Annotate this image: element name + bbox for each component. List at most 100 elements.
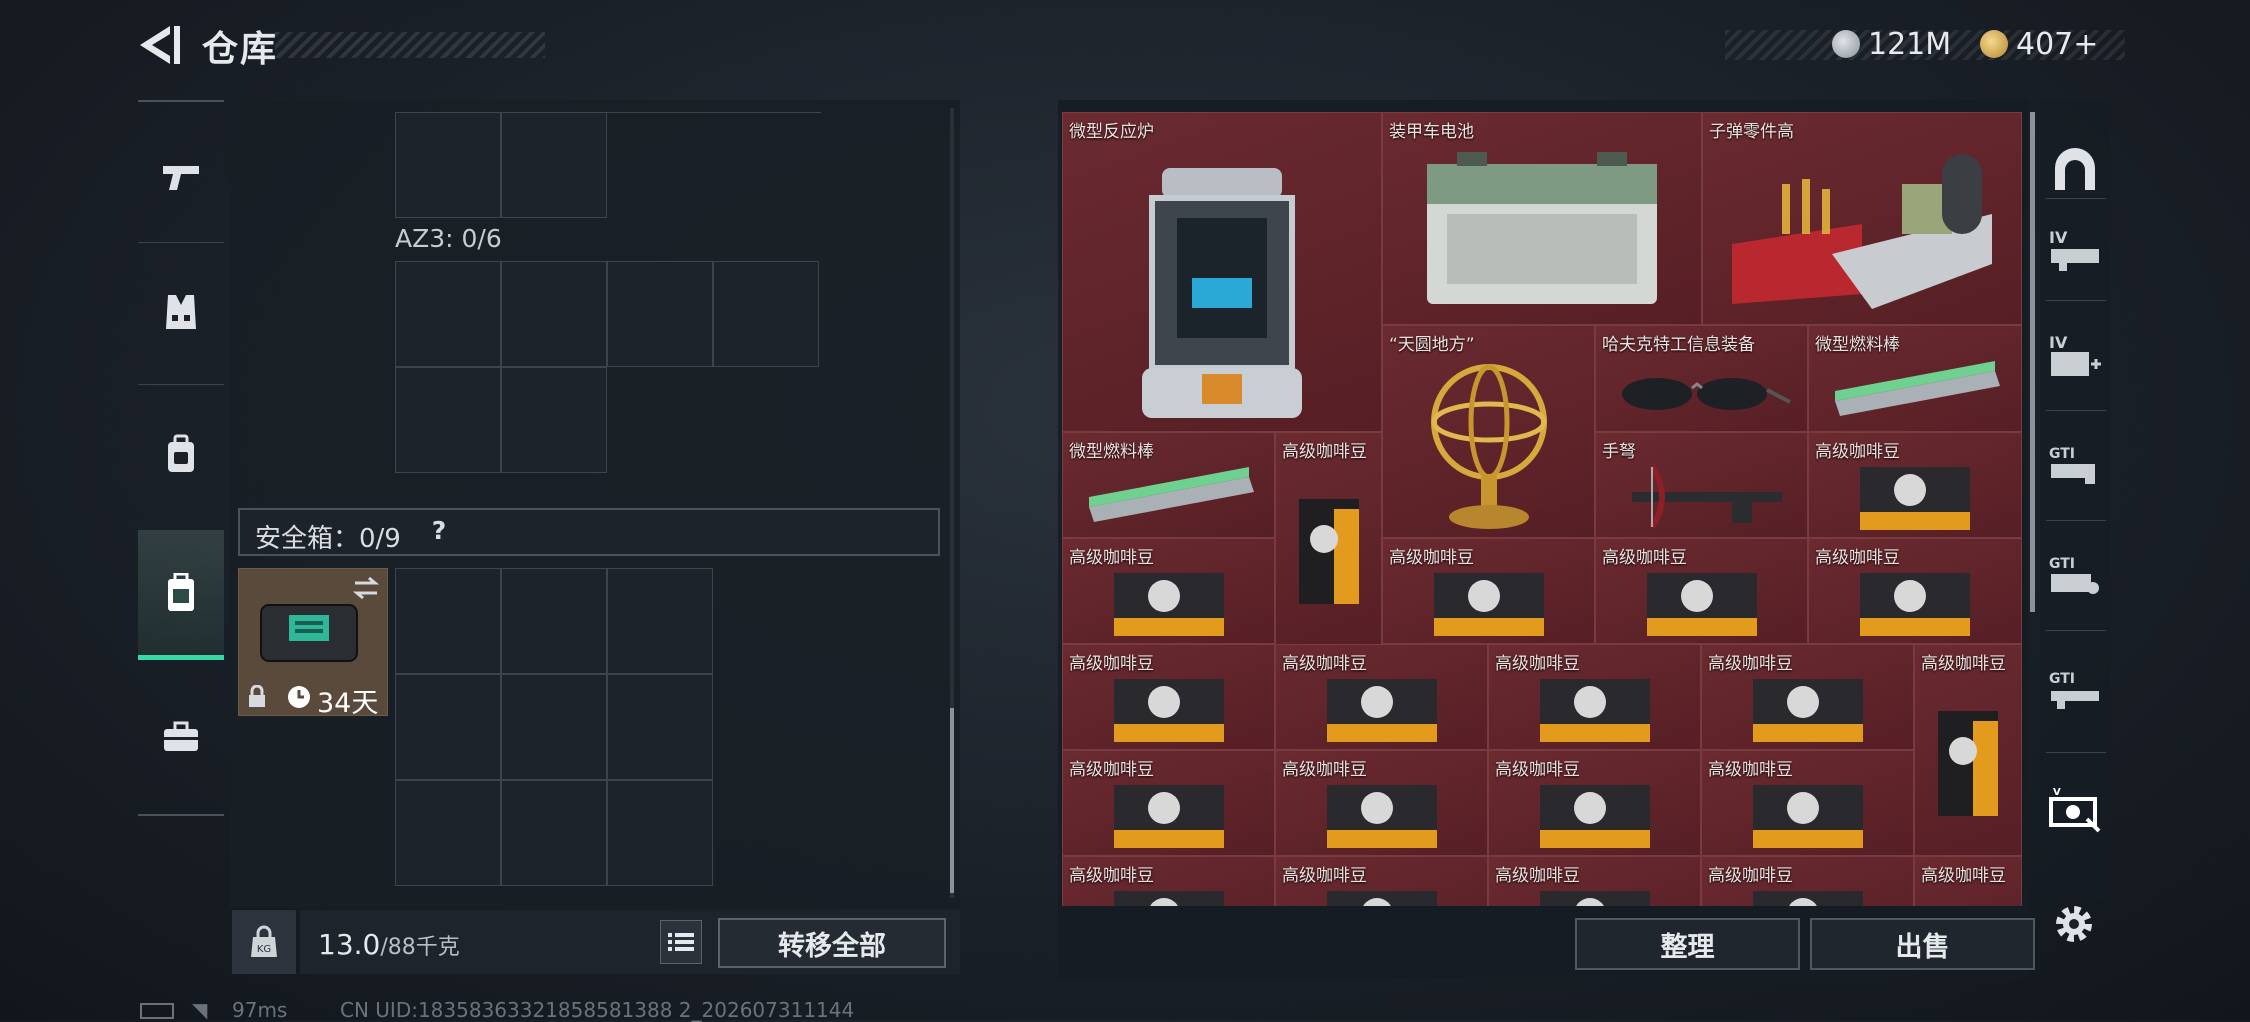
safebox-tab[interactable] bbox=[138, 530, 224, 660]
grid-slot[interactable] bbox=[395, 261, 501, 367]
grid-slot[interactable] bbox=[607, 261, 713, 367]
storage-item[interactable]: 高级咖啡豆 bbox=[1701, 856, 1914, 906]
valuables-icon: V bbox=[2049, 787, 2101, 833]
storage-item[interactable]: 哈夫克特工信息装备 bbox=[1595, 325, 1808, 432]
item-name: 高级咖啡豆 bbox=[1602, 548, 1687, 568]
toolbox-tab[interactable] bbox=[138, 672, 224, 802]
grid-slot[interactable] bbox=[395, 568, 501, 674]
gold-currency[interactable]: 407+ bbox=[1980, 26, 2098, 62]
transfer-all-button[interactable]: 转移全部 bbox=[718, 918, 946, 968]
grid-slot[interactable] bbox=[501, 568, 607, 674]
storage-item[interactable]: 高级咖啡豆 bbox=[1062, 750, 1275, 856]
ping-text: 97ms bbox=[232, 998, 288, 1022]
grid-slot[interactable] bbox=[607, 780, 713, 886]
tab-iv-2[interactable]: IV bbox=[2042, 305, 2108, 405]
battery-icon bbox=[140, 1003, 174, 1019]
weapons-tab[interactable] bbox=[138, 112, 224, 242]
grid-slot[interactable] bbox=[607, 674, 713, 780]
grid-slot[interactable] bbox=[501, 780, 607, 886]
grid-slot[interactable] bbox=[501, 674, 607, 780]
gti-rifle-icon: GTI bbox=[2049, 671, 2099, 709]
gold-amount: 407+ bbox=[2016, 26, 2099, 62]
tab-iv-1[interactable]: IV bbox=[2042, 200, 2108, 300]
silver-currency[interactable]: 121M bbox=[1832, 26, 1951, 62]
storage-item[interactable]: 高级咖啡豆 bbox=[1062, 538, 1275, 644]
storage-item[interactable]: 高级咖啡豆 bbox=[1808, 538, 2022, 644]
armor-tab[interactable] bbox=[138, 247, 224, 377]
coffee-bag-icon bbox=[1326, 785, 1437, 849]
settings-gear-icon[interactable] bbox=[2050, 900, 2098, 948]
vest-icon bbox=[166, 295, 196, 329]
storage-item[interactable]: 高级咖啡豆 bbox=[1595, 538, 1808, 644]
storage-item[interactable]: 高级咖啡豆 bbox=[1808, 432, 2022, 538]
storage-item[interactable]: 微型燃料棒 bbox=[1062, 432, 1275, 538]
storage-item[interactable]: 高级咖啡豆 bbox=[1275, 432, 1382, 645]
coffee-bag-icon bbox=[1938, 710, 1998, 816]
storage-item[interactable]: 高级咖啡豆 bbox=[1275, 856, 1488, 906]
grid-slot[interactable] bbox=[395, 112, 501, 218]
item-name: 微型燃料棒 bbox=[1815, 335, 1900, 355]
az3-grid-row1 bbox=[395, 261, 819, 367]
az3-grid-row2 bbox=[395, 367, 607, 473]
tab-gti-2[interactable]: GTI bbox=[2042, 525, 2108, 625]
storage-item[interactable]: 高级咖啡豆 bbox=[1275, 750, 1488, 856]
weight-lock-button[interactable]: KG bbox=[232, 910, 296, 974]
svg-text:GTI: GTI bbox=[2049, 446, 2075, 462]
list-view-button[interactable] bbox=[660, 920, 702, 964]
loadout-scroll-thumb[interactable] bbox=[950, 708, 954, 893]
grid-slot[interactable] bbox=[501, 261, 607, 367]
coffee-bag-icon bbox=[1752, 679, 1863, 743]
sort-button[interactable]: 整理 bbox=[1575, 918, 1800, 970]
grid-slot[interactable] bbox=[395, 674, 501, 780]
grid-slot[interactable] bbox=[395, 367, 501, 473]
grid-slot[interactable] bbox=[607, 568, 713, 674]
storage-item[interactable]: 微型燃料棒 bbox=[1808, 325, 2022, 432]
container-grid-top bbox=[395, 112, 607, 218]
swap-icon[interactable] bbox=[351, 575, 381, 601]
grid-slot[interactable] bbox=[501, 112, 607, 218]
storage-item[interactable]: 高级咖啡豆 bbox=[1062, 644, 1275, 750]
item-name: 高级咖啡豆 bbox=[1069, 866, 1154, 886]
storage-item[interactable]: 装甲车电池 bbox=[1382, 112, 1702, 325]
coffee-bag-icon bbox=[1433, 573, 1544, 637]
storage-item[interactable]: 微型反应炉 bbox=[1062, 112, 1382, 432]
storage-item[interactable]: 高级咖啡豆 bbox=[1701, 750, 1914, 856]
storage-item[interactable]: “天圆地方” bbox=[1382, 325, 1595, 538]
storage-item[interactable]: 高级咖啡豆 bbox=[1382, 538, 1595, 644]
storage-item[interactable]: 手弩 bbox=[1595, 432, 1808, 538]
storage-item[interactable]: 高级咖啡豆 bbox=[1701, 644, 1914, 750]
gold-coin-icon bbox=[1980, 30, 2008, 58]
storage-item[interactable]: 高级咖啡豆 bbox=[1488, 644, 1701, 750]
sell-button[interactable]: 出售 bbox=[1810, 918, 2035, 970]
page-title: 仓库 bbox=[202, 29, 279, 70]
case-icon bbox=[168, 572, 194, 611]
storage-item[interactable]: 子弹零件高 bbox=[1702, 112, 2022, 325]
coffee-bag-icon bbox=[1860, 573, 1970, 637]
reactor-icon bbox=[1142, 167, 1302, 418]
grid-slot[interactable] bbox=[395, 780, 501, 886]
storage-item[interactable]: 高级咖啡豆 bbox=[1275, 644, 1488, 750]
storage-scrollbar[interactable] bbox=[2030, 112, 2035, 612]
grid-slot[interactable] bbox=[713, 261, 819, 367]
clock-icon bbox=[288, 686, 310, 708]
tab-gti-1[interactable]: GTI bbox=[2042, 415, 2108, 515]
item-name: 高级咖啡豆 bbox=[1282, 442, 1367, 462]
item-name: 高级咖啡豆 bbox=[1495, 654, 1580, 674]
coffee-bag-icon bbox=[1646, 573, 1757, 637]
backpack-tab[interactable] bbox=[138, 389, 224, 519]
storage-item[interactable]: 高级咖啡豆 bbox=[1062, 856, 1275, 906]
coffee-bag-icon bbox=[1113, 573, 1224, 637]
storage-item[interactable]: 高级咖啡豆 bbox=[1488, 750, 1701, 856]
safe-case-item[interactable]: 34天 bbox=[238, 568, 388, 719]
iv-medical-icon: IV bbox=[2049, 333, 2101, 376]
storage-item[interactable]: 高级咖啡豆 bbox=[1488, 856, 1701, 906]
storage-item[interactable]: 高级咖啡豆 bbox=[1914, 856, 2022, 906]
item-name: 哈夫克特工信息装备 bbox=[1602, 335, 1755, 355]
tab-gti-3[interactable]: GTI bbox=[2042, 640, 2108, 740]
help-icon[interactable]: ? bbox=[424, 516, 454, 546]
back-button[interactable] bbox=[130, 22, 182, 68]
grid-slot[interactable] bbox=[501, 367, 607, 473]
storage-item[interactable]: 高级咖啡豆 bbox=[1914, 644, 2022, 856]
silver-coin-icon bbox=[1832, 30, 1860, 58]
tab-collectibles[interactable]: V bbox=[2042, 760, 2108, 860]
